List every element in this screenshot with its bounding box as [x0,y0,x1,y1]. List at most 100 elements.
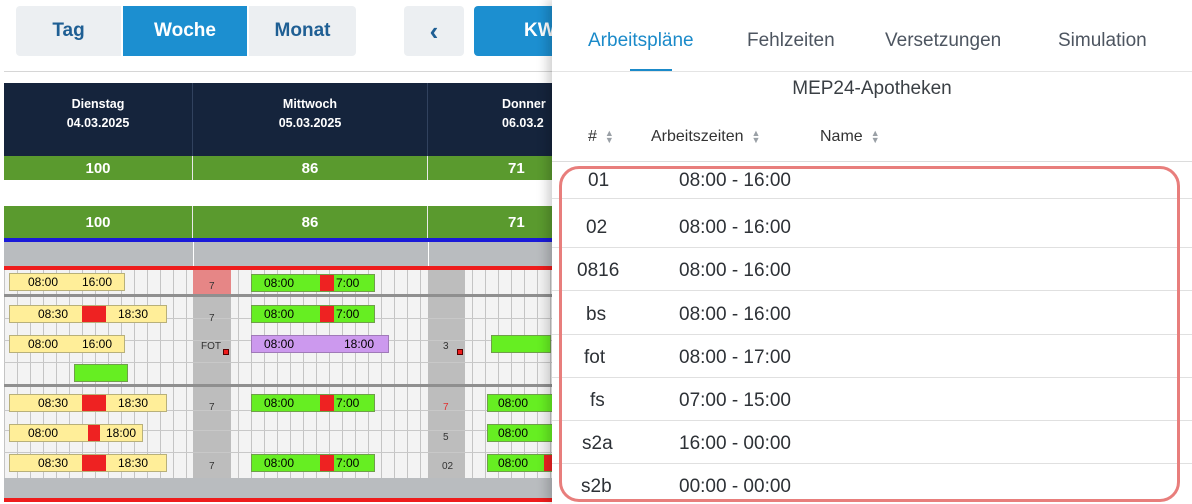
count-label: 3 [443,341,449,352]
tab-versetzungen[interactable]: Versetzungen [885,30,1001,52]
table-row[interactable]: fs 07:00 - 15:00 [552,380,1192,421]
grey-band [4,242,193,266]
row-divider [4,294,564,297]
column-header-label: Name [820,128,863,145]
row-divider [4,384,564,387]
view-month-button[interactable]: Monat [249,6,356,56]
panel-title: MEP24-Apotheken [792,78,952,99]
table-row[interactable]: fot 08:00 - 17:00 [552,337,1192,378]
row-divider [552,420,1192,421]
break-marker [82,455,106,471]
column-header-number[interactable]: # ▲ ▼ [588,128,614,146]
side-panel: Arbeitspläne Fehlzeiten Versetzungen Sim… [552,0,1192,504]
shift-block[interactable]: 08:00 16:00 [9,273,125,291]
row-id: fot [584,347,606,368]
day-name: Dienstag [71,97,125,111]
view-day-button[interactable]: Tag [16,6,121,56]
shift-start: 08:00 [28,337,59,351]
day-header-wednesday: Mittwoch 05.03.2025 [193,83,428,156]
shift-block[interactable]: 08:00 7:00 [251,454,375,472]
row-id: s2b [581,476,612,497]
shift-end: 18:00 [344,337,375,351]
row-time: 00:00 - 00:00 [679,476,791,497]
shift-block[interactable]: 08:00 [487,394,557,412]
count-label: 7 [209,461,215,472]
shift-end: 18:30 [118,396,149,410]
red-divider [4,498,564,502]
shift-block[interactable]: 08:00 7:00 [251,394,375,412]
break-marker [88,425,100,441]
day-sum-total: 86 [193,206,428,238]
row-id: 0816 [577,260,620,281]
table-row[interactable]: s2b 00:00 - 00:00 [552,466,1192,504]
row-id: 02 [586,217,608,238]
shift-start: 08:00 [264,396,295,410]
count-label: 7 [209,313,215,324]
shift-block[interactable]: 08:00 7:00 [251,305,375,323]
row-divider [552,334,1192,335]
row-time: 08:00 - 17:00 [679,347,791,368]
row-time: 07:00 - 15:00 [679,390,791,411]
table-row[interactable]: s2a 16:00 - 00:00 [552,423,1192,464]
count-label: 5 [443,432,449,443]
shift-start: 08:00 [264,337,295,351]
shift-block[interactable]: 08:00 18:00 [251,335,389,353]
row-id: fs [590,390,605,411]
count-label: 7 [443,402,449,413]
shift-block[interactable]: 08:30 18:30 [9,454,167,472]
shift-block[interactable]: 08:00 7:00 [251,274,375,292]
grey-band [194,242,428,266]
shift-block[interactable]: 08:00 [487,424,557,442]
shift-start: 08:00 [264,307,295,321]
shift-start: 08:00 [28,275,59,289]
break-marker [320,275,334,291]
grey-band [4,478,564,498]
shift-block[interactable]: 08:00 16:00 [9,335,125,353]
shift-start: 08:00 [498,396,529,410]
shift-block[interactable]: 08:00 18:00 [9,424,143,442]
count-label: FOT [201,341,221,352]
sort-icon: ▲ ▼ [870,128,880,145]
row-time: 16:00 - 00:00 [679,433,791,454]
grid-column-shade [428,270,465,478]
shift-start: 08:30 [38,396,69,410]
row-divider [552,290,1192,291]
count-label: 7 [209,281,215,292]
row-divider [552,198,1192,199]
column-header-label: # [588,128,597,145]
row-divider [552,247,1192,248]
break-marker [82,395,106,411]
day-sum: 86 [193,156,428,180]
shift-end: 16:00 [82,337,113,351]
tab-fehlzeiten[interactable]: Fehlzeiten [747,30,835,52]
table-row[interactable]: 0816 08:00 - 16:00 [552,250,1192,291]
day-header-thursday: Donner 06.03.2 [428,83,564,156]
table-row[interactable]: bs 08:00 - 16:00 [552,294,1192,335]
row-time: 08:00 - 16:00 [679,170,791,191]
break-marker [320,455,334,471]
shift-block[interactable]: 08:30 18:30 [9,305,167,323]
shift-block[interactable] [74,364,128,382]
break-marker [320,395,334,411]
shift-block[interactable]: 08:30 18:30 [9,394,167,412]
tab-simulation[interactable]: Simulation [1058,30,1147,52]
column-header-name[interactable]: Name ▲ ▼ [820,128,880,146]
row-id: bs [586,304,607,325]
break-marker [320,306,334,322]
shift-block[interactable] [491,335,551,353]
day-sum-total: 71 [428,206,564,238]
previous-week-button[interactable]: ‹ [404,6,464,56]
column-header-arbeitszeiten[interactable]: Arbeitszeiten ▲ ▼ [651,128,760,146]
row-time: 08:00 - 16:00 [679,217,791,238]
shift-end: 18:30 [118,307,149,321]
view-week-button[interactable]: Woche [123,6,247,56]
toolbar-divider [4,71,564,72]
table-row[interactable]: 02 08:00 - 16:00 [552,207,1192,248]
app-root: Tag Woche Monat ‹ KW Dienstag 04.03.2025… [0,0,1192,504]
tab-arbeitsplaene[interactable]: Arbeitspläne [588,30,694,52]
shift-end: 7:00 [336,276,360,290]
tab-bar-divider [552,71,1192,72]
table-row[interactable]: 01 08:00 - 16:00 [552,162,1192,199]
shift-block[interactable]: 08:00 [487,454,557,472]
shift-end: 18:00 [106,426,137,440]
